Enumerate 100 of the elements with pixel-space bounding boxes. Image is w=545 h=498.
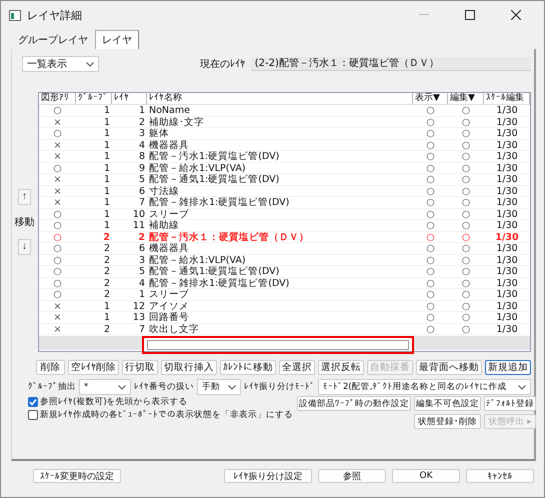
column-header[interactable]: ｽｹｰﾙ編集 <box>484 93 530 104</box>
table-cell-text: 4 <box>138 140 146 151</box>
table-cell-text: 1/30 <box>495 289 519 300</box>
table-cell-text: 1/30 <box>495 128 519 140</box>
table-cell-text: ○ <box>460 116 472 128</box>
table-cell-text: 3 <box>138 254 146 266</box>
action-button[interactable]: 選択反転 <box>318 360 364 375</box>
footer-button[interactable]: ｷｬﾝｾﾙ <box>466 469 534 483</box>
table-cell-text: 13 <box>132 312 146 324</box>
side-button[interactable]: 状態登録･削除 <box>414 414 481 429</box>
checkbox-label: 参照ﾚｲﾔ(複数可)を先頭から表示する <box>40 396 188 408</box>
table-cell-text: ○ <box>460 243 472 254</box>
table-cell-text: NoName <box>148 105 191 116</box>
option-select[interactable]: 手動 <box>197 379 241 395</box>
maximize-icon[interactable] <box>465 10 475 20</box>
table-row[interactable]: ○ 1 1 NoName ○ ○ 1/30 <box>39 105 530 116</box>
table-cell-text: ○ <box>460 105 472 116</box>
table-cell-text: 5 <box>138 266 146 278</box>
action-button[interactable]: 空ﾚｲﾔ削除 <box>68 360 119 375</box>
table-row[interactable]: ○ 2 4 配管－雑排水1:硬質塩ビ管(DV) ○ ○ 1/30 <box>39 278 530 289</box>
table-cell-text: 1/30 <box>495 151 519 162</box>
option-label: ｸﾞﾙｰﾌﾟ抽出 <box>28 381 76 393</box>
table-row[interactable]: × 1 8 配管－汚水1:硬質塩ビ管(DV) ○ ○ 1/30 <box>39 151 530 162</box>
action-button[interactable]: 行切取 <box>122 360 158 375</box>
table-cell-text: 1/30 <box>495 105 519 116</box>
table-cell-text: 1/30 <box>495 324 519 335</box>
table-cell-text: ○ <box>425 266 436 278</box>
caret-icon <box>86 62 94 66</box>
table-cell-text: 1/30 <box>495 254 519 266</box>
table-cell-text: ○ <box>52 289 63 300</box>
table-row[interactable]: ○ 2 2 配管－汚水１：硬質塩ビ管（ＤＶ） ○ ○ 1/30 <box>39 232 530 243</box>
table-cell-text: スリーブ <box>148 289 190 300</box>
checkbox[interactable] <box>28 410 38 420</box>
table-cell-text: × <box>52 151 62 162</box>
table-row[interactable]: ○ 1 11 補助線 ○ ○ 1/30 <box>39 220 530 232</box>
action-button[interactable]: 新規追加 <box>485 360 531 375</box>
column-header[interactable]: 編集▼ <box>448 93 484 104</box>
column-header[interactable]: 図形ｱﾘ <box>39 93 76 104</box>
table-cell-text: 1 <box>102 208 111 220</box>
table-row[interactable]: ○ 2 6 機器器具 ○ ○ 1/30 <box>39 243 530 254</box>
table-cell-text: ○ <box>425 243 436 254</box>
move-down-button[interactable]: ↓ <box>18 239 31 255</box>
table-row[interactable]: ○ 1 9 配管－給水1:VLP(VA) ○ ○ 1/30 <box>39 162 530 174</box>
table-cell-text: ○ <box>52 105 63 116</box>
edit-field[interactable] <box>142 336 414 354</box>
table-cell-text: 1 <box>138 289 146 300</box>
footer-button[interactable]: ﾚｲﾔ振り分け設定 <box>224 469 312 483</box>
table-row[interactable]: ○ 2 5 配管－通気1:硬質塩ビ管(DV) ○ ○ 1/30 <box>39 266 530 278</box>
side-button[interactable]: ﾃﾞﾌｫﾙﾄ登録 <box>484 396 536 411</box>
footer-button[interactable]: ｽｹｰﾙ変更時の設定 <box>33 469 121 483</box>
table-cell-text: 7 <box>138 197 146 208</box>
close-icon[interactable] <box>511 10 521 20</box>
footer-button[interactable]: 参照 <box>318 469 386 483</box>
move-up-button[interactable]: ↑ <box>18 189 31 205</box>
table-cell-text: × <box>52 116 62 128</box>
option-select[interactable]: ﾓｰﾄﾞ2(配管,ﾀﾞｸﾄ用途名称と同名のﾚｲﾔに作成 <box>318 379 531 395</box>
table-row[interactable]: × 1 2 補助線･文字 ○ ○ 1/30 <box>39 116 530 128</box>
table-cell-text: ○ <box>52 266 63 278</box>
table-row[interactable]: × 1 6 寸法線 ○ ○ 1/30 <box>39 186 530 197</box>
action-button[interactable]: 削除 <box>36 360 65 375</box>
table-cell-text: スリーブ <box>148 208 190 220</box>
table-row[interactable]: × 1 12 アイソメ ○ ○ 1/30 <box>39 300 530 312</box>
table-cell-text: 6 <box>138 186 146 197</box>
checkbox[interactable] <box>28 397 38 407</box>
table-cell-text: 1/30 <box>494 232 520 243</box>
table-row[interactable]: × 2 7 吹出し文字 ○ ○ 1/30 <box>39 324 530 335</box>
table-cell-text: × <box>52 197 62 208</box>
footer-button[interactable]: OK <box>392 469 460 483</box>
table-cell-text: ○ <box>460 232 472 243</box>
table-row[interactable]: × 1 4 機器器具 ○ ○ 1/30 <box>39 140 530 151</box>
table-row[interactable]: ○ 2 3 配管－給水1:VLP(VA) ○ ○ 1/30 <box>39 254 530 266</box>
side-button[interactable]: 設備部品ﾜｰﾌﾟ時の動作設定 <box>297 396 411 411</box>
view-select[interactable]: 一覧表示 <box>22 56 99 72</box>
action-button[interactable]: ｶﾚﾝﾄに移動 <box>220 360 276 375</box>
tab[interactable]: レイヤ <box>95 30 139 49</box>
action-button[interactable]: 切取行挿入 <box>161 360 217 375</box>
table-row[interactable]: × 1 13 回路番号 ○ ○ 1/30 <box>39 312 530 324</box>
table-cell-text: 躯体 <box>148 128 170 140</box>
table-cell-text: アイソメ <box>148 300 190 312</box>
table-cell-text: 11 <box>132 220 146 232</box>
table-cell-text: 配管－汚水１：硬質塩ビ管（ＤＶ） <box>148 232 310 243</box>
table-cell-text: 1/30 <box>495 140 519 151</box>
table-cell-text: 1/30 <box>495 197 519 208</box>
action-button[interactable]: 全選択 <box>279 360 315 375</box>
table-row[interactable]: ○ 2 1 スリーブ ○ ○ 1/30 <box>39 289 530 300</box>
table-cell-text: 1 <box>102 128 111 140</box>
table-cell-text: ○ <box>425 186 436 197</box>
column-header[interactable]: ﾚｲﾔ <box>112 93 147 104</box>
table-cell-text: 1/30 <box>495 278 519 289</box>
table-cell-text: 2 <box>102 289 111 300</box>
table-row[interactable]: ○ 1 3 躯体 ○ ○ 1/30 <box>39 128 530 140</box>
action-button[interactable]: 最背面へ移動 <box>416 360 482 375</box>
table-row[interactable]: ○ 1 10 スリーブ ○ ○ 1/30 <box>39 208 530 220</box>
column-header[interactable]: ﾚｲﾔ名称 <box>147 93 413 104</box>
table-row[interactable]: × 1 7 配管－雑排水1:硬質塩ビ管(DV) ○ ○ 1/30 <box>39 197 530 208</box>
table-cell-text: 5 <box>138 174 146 186</box>
option-select[interactable]: * <box>79 379 131 395</box>
side-button[interactable]: 編集不可色設定 <box>414 396 481 411</box>
table-row[interactable]: × 1 5 配管－通気1:硬質塩ビ管(DV) ○ ○ 1/30 <box>39 174 530 186</box>
caret-icon <box>518 384 526 390</box>
